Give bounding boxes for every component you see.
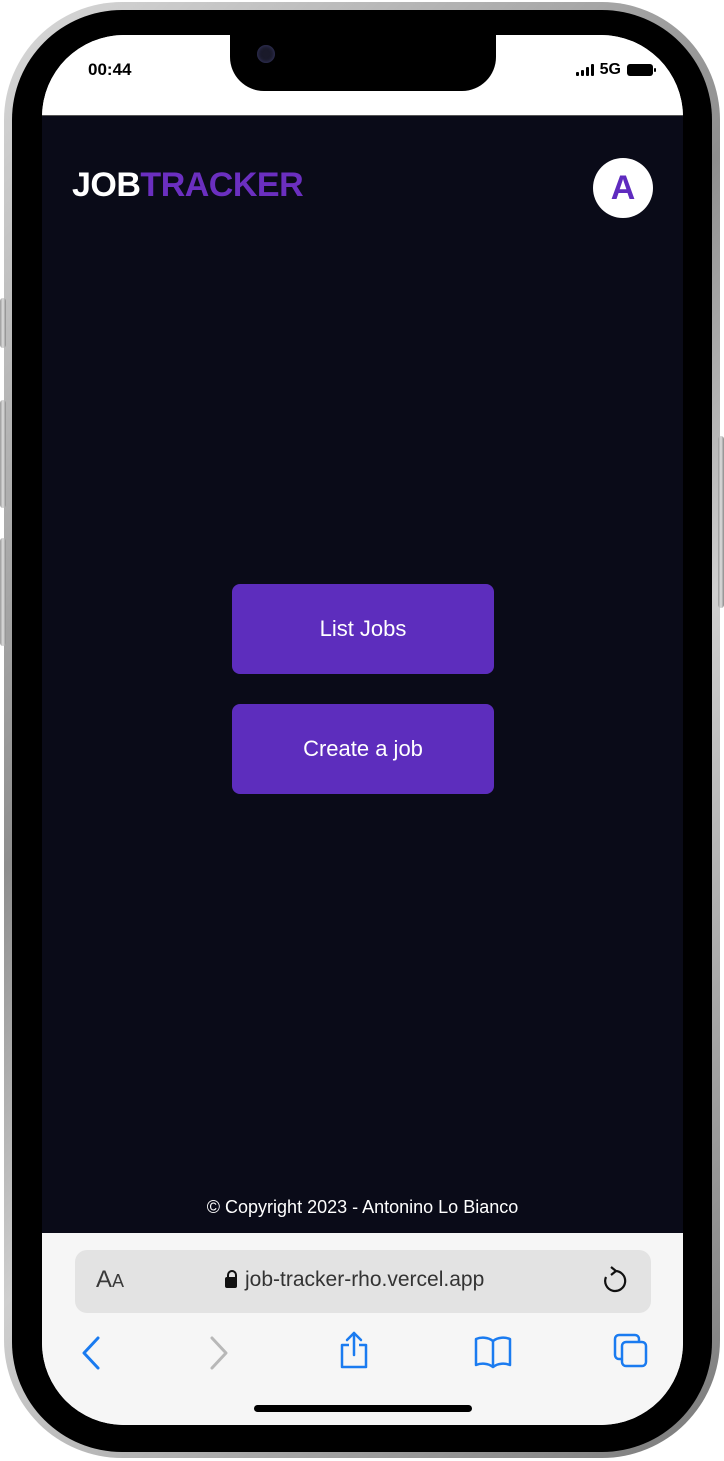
share-icon[interactable] [339, 1331, 369, 1374]
text-size-big-a: A [96, 1266, 113, 1293]
silent-switch [0, 298, 6, 348]
lock-icon [225, 1270, 237, 1288]
signal-icon [575, 64, 594, 76]
network-label: 5G [599, 61, 621, 78]
forward-icon[interactable] [208, 1335, 230, 1376]
browser-toolbar [42, 1331, 683, 1381]
app-logo[interactable]: JOBTRACKER [72, 166, 304, 205]
power-button [718, 436, 724, 608]
url-text: job-tracker-rho.vercel.app [245, 1268, 485, 1291]
copyright-footer: © Copyright 2023 - Antonino Lo Bianco [206, 1197, 519, 1217]
volume-up-button [0, 400, 6, 508]
text-size-button[interactable]: AA [96, 1266, 124, 1294]
status-indicators: 5G [575, 61, 656, 79]
status-time: 00:44 [88, 60, 132, 79]
list-jobs-button[interactable]: List Jobs [232, 584, 494, 674]
safari-browser-bar: AA job-tracker-rho.vercel.app [42, 1233, 683, 1425]
logo-text-tracker: TRACKER [140, 166, 304, 204]
text-size-small-a: A [112, 1271, 125, 1291]
status-bar: 00:44 5G [42, 35, 683, 115]
url-display[interactable]: job-tracker-rho.vercel.app [225, 1268, 484, 1292]
user-avatar[interactable]: A [593, 158, 653, 218]
volume-down-button [0, 538, 6, 646]
tabs-icon[interactable] [613, 1333, 649, 1374]
app-content: JOBTRACKER A List Jobs Create a job © Co… [42, 115, 683, 1234]
screen: 00:44 5G JOBTRACKER A List Jobs Create a… [42, 35, 683, 1425]
logo-text-job: JOB [72, 166, 141, 204]
battery-icon [627, 64, 656, 76]
home-indicator[interactable] [254, 1405, 472, 1412]
camera-icon [257, 45, 275, 63]
bookmarks-icon[interactable] [474, 1335, 512, 1374]
notch [230, 35, 496, 91]
back-icon[interactable] [80, 1335, 102, 1376]
address-bar[interactable]: AA job-tracker-rho.vercel.app [75, 1250, 651, 1313]
reload-icon[interactable] [601, 1266, 629, 1301]
create-job-button[interactable]: Create a job [232, 704, 494, 794]
